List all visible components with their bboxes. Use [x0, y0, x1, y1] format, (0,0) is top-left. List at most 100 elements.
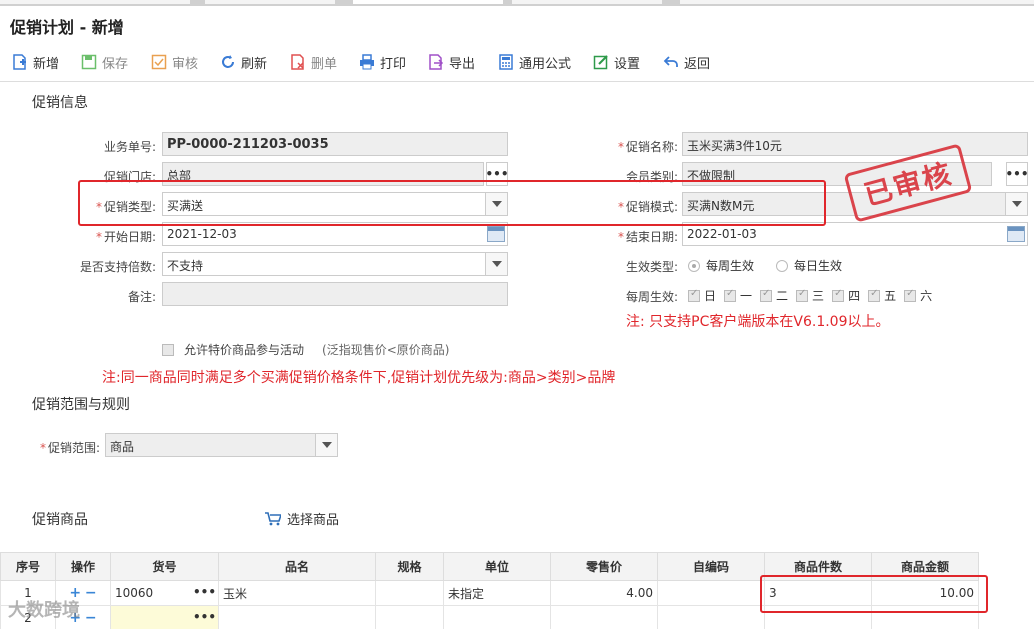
cell-code[interactable]: ••• — [110, 605, 219, 629]
highlight-box — [760, 575, 988, 613]
print-label: 打印 — [380, 56, 407, 72]
effect-daily-radio[interactable] — [776, 259, 789, 272]
audit-button[interactable]: 审核 — [151, 52, 198, 72]
cell-spec — [375, 605, 444, 629]
special-price-hint: (泛指现售价<原价商品) — [322, 343, 450, 357]
end-date-value: 2022-01-03 — [687, 227, 757, 241]
settings-button[interactable]: 设置 — [593, 52, 640, 72]
tab-strip — [0, 0, 1034, 6]
chevron-down-icon — [485, 253, 507, 275]
weekday-checkbox[interactable] — [832, 288, 845, 302]
delete-label: 删单 — [311, 56, 338, 72]
special-price-checkbox[interactable] — [162, 343, 174, 356]
export-icon — [429, 54, 444, 70]
weekday-label: 五 — [884, 289, 897, 303]
audit-label: 审核 — [172, 56, 199, 72]
save-button[interactable]: 保存 — [81, 52, 128, 72]
scope-label: 促销范围: — [48, 441, 101, 455]
weekday-label: 六 — [920, 289, 933, 303]
effect-daily-label: 每日生效 — [794, 259, 843, 273]
tab-active[interactable] — [353, 0, 503, 4]
weekly-label: 每周生效: — [625, 290, 678, 304]
refresh-label: 刷新 — [241, 56, 268, 72]
cell-unit — [443, 605, 551, 629]
scope-value: 商品 — [110, 440, 135, 454]
print-button[interactable]: 打印 — [359, 52, 406, 72]
tab[interactable] — [680, 0, 1034, 4]
tab[interactable] — [205, 0, 335, 4]
scope-label-wrap: * 促销范围: — [40, 441, 101, 455]
name-label-wrap: * 促销名称: — [617, 140, 678, 154]
cell-selfcode — [657, 605, 765, 629]
cell-name: 玉米 — [218, 580, 376, 606]
col-header-name: 品名 — [218, 552, 376, 581]
multiple-label: 是否支持倍数: — [79, 260, 156, 274]
weekday-checkbox[interactable] — [904, 288, 917, 302]
tab[interactable] — [512, 0, 662, 4]
calendar-icon[interactable] — [1007, 226, 1025, 242]
weekday-checkbox[interactable] — [688, 288, 700, 302]
name-field[interactable]: 玉米买满3件10元 — [682, 132, 1028, 156]
pc-version-note: 注: 只支持PC客户端版本在V6.1.09以上。 — [626, 314, 890, 330]
weekday-checkbox[interactable] — [868, 288, 881, 302]
multiple-value: 不支持 — [167, 259, 204, 273]
export-label: 导出 — [449, 56, 476, 72]
watermark-logo: 大数跨境 — [8, 596, 80, 622]
save-icon — [81, 54, 97, 70]
doc-no-field: PP-0000-211203-0035 — [162, 132, 508, 156]
name-label: 促销名称: — [625, 140, 678, 154]
priority-note: 注:同一商品同时满足多个买满促销价格条件下,促销计划优先级为:商品>类别>品牌 — [102, 370, 616, 386]
cell-selfcode — [657, 580, 765, 606]
cell-unit: 未指定 — [443, 580, 551, 606]
cell-price[interactable]: 4.00 — [550, 580, 658, 606]
start-label-wrap: * 开始日期: — [95, 230, 156, 244]
code-picker-icon[interactable]: ••• — [193, 585, 216, 599]
weekday-checkbox[interactable] — [760, 288, 773, 302]
new-doc-icon — [13, 54, 26, 70]
export-button[interactable]: 导出 — [428, 52, 475, 72]
special-price-row: 允许特价商品参与活动 (泛指现售价<原价商品) — [162, 341, 449, 358]
cell-price[interactable] — [550, 605, 658, 629]
back-button[interactable]: 返回 — [663, 52, 710, 72]
doc-no-label: 业务单号: — [103, 140, 156, 154]
weekday-label: 日 — [704, 289, 717, 303]
remark-field[interactable] — [162, 282, 508, 306]
calculator-icon — [499, 54, 513, 70]
col-header-price: 零售价 — [550, 552, 658, 581]
weekday-label: 一 — [740, 289, 753, 303]
scope-select[interactable]: 商品 — [105, 433, 338, 457]
chevron-down-icon — [315, 434, 337, 456]
section-title-info: 促销信息 — [32, 95, 88, 111]
save-label: 保存 — [102, 56, 129, 72]
weekday-checkbox[interactable] — [724, 288, 737, 302]
back-arrow-icon — [663, 56, 678, 67]
new-button[interactable]: 新增 — [12, 52, 59, 72]
edit-settings-icon — [593, 55, 608, 70]
page-title: 促销计划 - 新增 — [10, 18, 124, 37]
delete-button[interactable]: 删单 — [290, 52, 337, 72]
cell-code-value: 10060 — [115, 586, 154, 600]
special-price-label: 允许特价商品参与活动 — [184, 343, 305, 357]
col-header-op: 操作 — [55, 552, 111, 581]
effect-weekly-radio[interactable] — [688, 259, 700, 272]
tab[interactable] — [0, 0, 190, 4]
code-picker-icon[interactable]: ••• — [193, 610, 216, 624]
calendar-icon[interactable] — [487, 226, 505, 242]
effect-type-group: 每周生效 每日生效 — [688, 257, 842, 274]
remove-row-icon[interactable]: − — [85, 585, 97, 601]
start-label: 开始日期: — [103, 230, 156, 244]
remark-label: 备注: — [127, 290, 156, 304]
end-label-wrap: * 结束日期: — [617, 230, 678, 244]
member-picker-button[interactable]: ••• — [1006, 162, 1029, 186]
audit-icon — [151, 54, 167, 70]
weekday-checkbox[interactable] — [796, 288, 809, 302]
select-goods-button[interactable]: 选择商品 — [265, 509, 339, 528]
refresh-button[interactable]: 刷新 — [220, 52, 267, 72]
settings-label: 设置 — [614, 56, 641, 72]
formula-button[interactable]: 通用公式 — [498, 52, 571, 72]
col-header-no: 序号 — [0, 552, 56, 581]
remove-row-icon[interactable]: − — [85, 610, 97, 626]
cell-code[interactable]: 10060 ••• — [110, 580, 219, 606]
effect-type-label: 生效类型: — [625, 260, 678, 274]
multiple-select[interactable]: 不支持 — [162, 252, 508, 276]
